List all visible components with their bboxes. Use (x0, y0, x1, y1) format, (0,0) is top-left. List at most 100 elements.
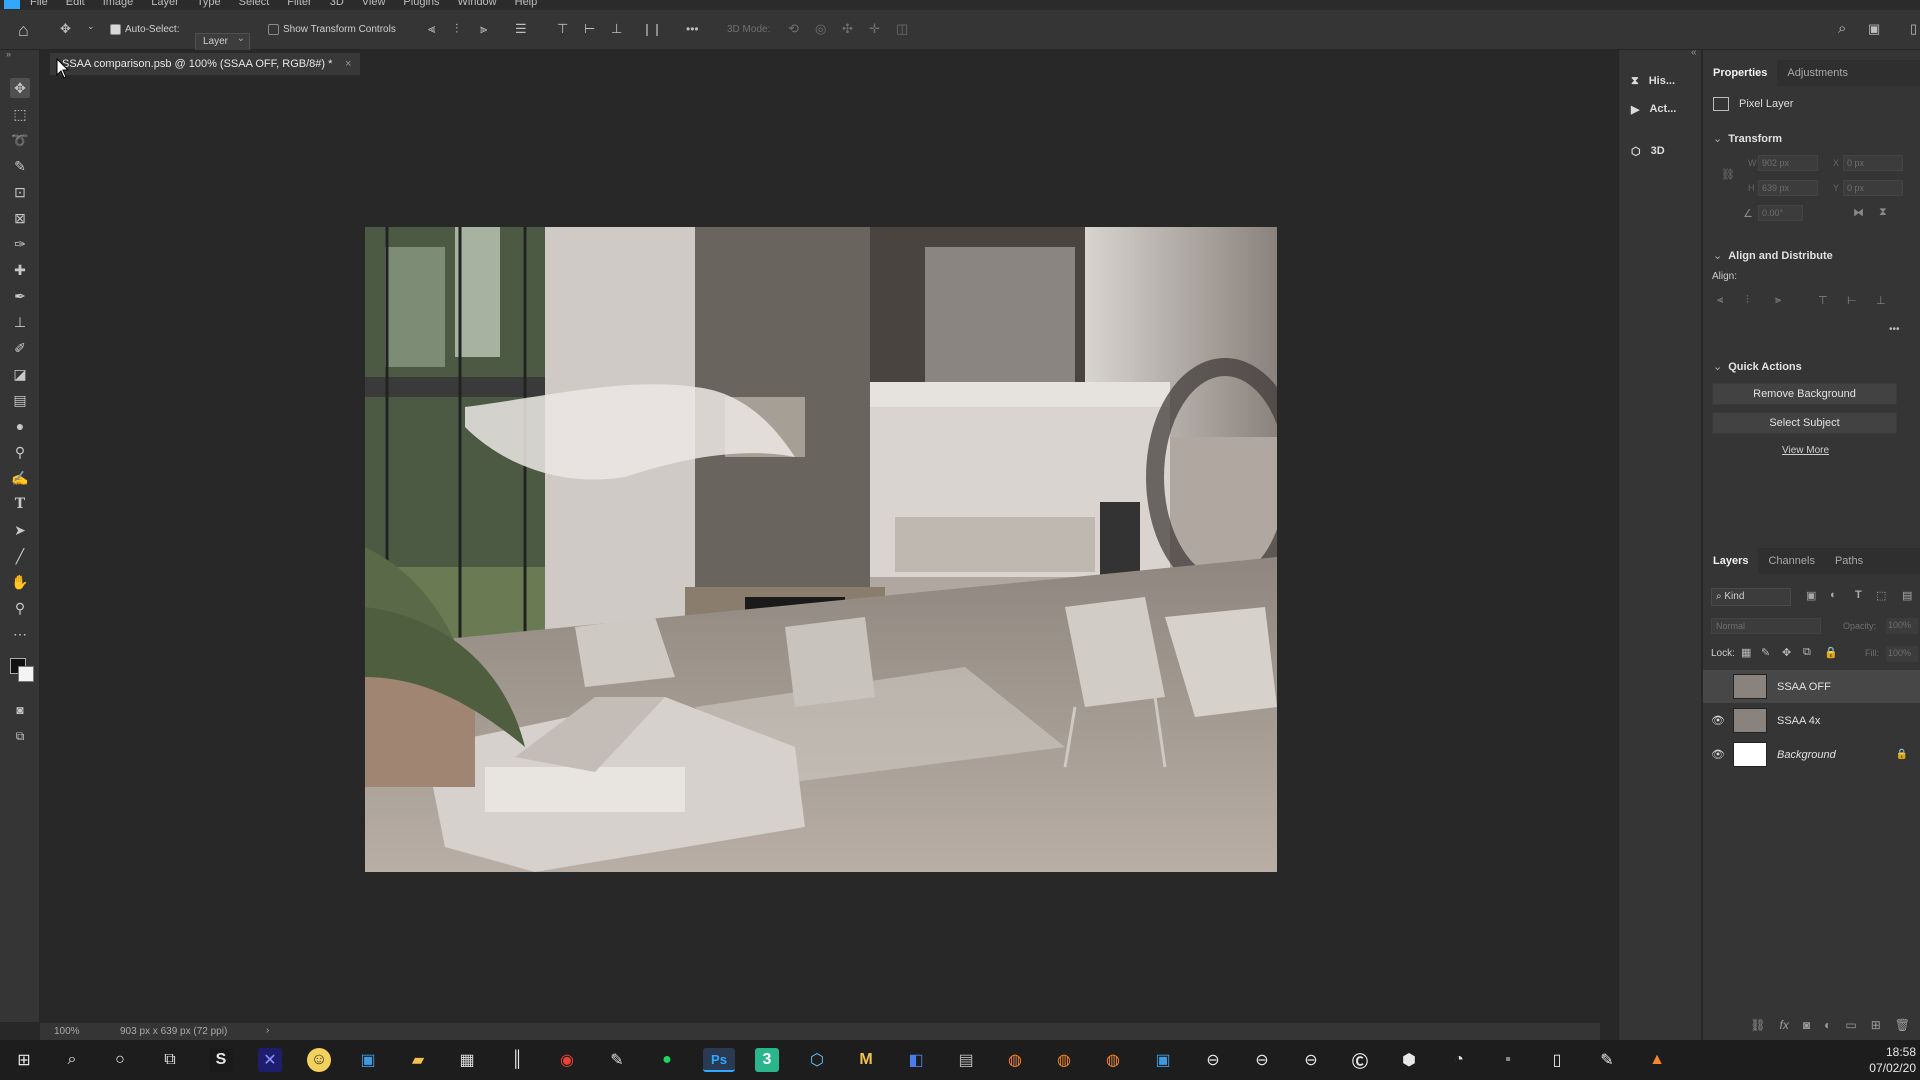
menu-plugins[interactable]: Plugins (403, 0, 439, 8)
tab-adjustments[interactable]: Adjustments (1777, 60, 1858, 86)
more-align-options-icon[interactable]: ••• (1889, 324, 1900, 335)
tab-channels[interactable]: Channels (1758, 548, 1824, 574)
3d-pan-icon[interactable]: ✣ (842, 21, 853, 37)
search-icon[interactable]: ⌕ (1838, 20, 1846, 37)
new-adjustment-layer-icon[interactable]: ◐ (1824, 1018, 1831, 1032)
app-m-icon[interactable]: M (854, 1048, 878, 1072)
app-3-icon[interactable]: 3 (755, 1048, 779, 1072)
document-image[interactable] (365, 227, 1277, 872)
zoom-level[interactable]: 100% (54, 1026, 80, 1037)
auto-select-toggle[interactable]: Auto-Select: (110, 24, 179, 35)
path-selection-tool-icon[interactable]: ➤ (10, 520, 30, 540)
align-right-edges-icon[interactable]: ⫸ (480, 21, 487, 37)
collapse-panels-icon[interactable]: « (1691, 47, 1697, 58)
lock-image-pixels-icon[interactable]: ✎ (1761, 646, 1770, 659)
filter-adjustment-icon[interactable]: ◐ (1830, 589, 1837, 601)
align-center-h-icon[interactable]: ⫶ (1746, 294, 1749, 307)
lock-transparent-pixels-icon[interactable]: ▦ (1741, 646, 1751, 659)
blender-icon-2[interactable]: ◍ (1052, 1048, 1076, 1072)
app-circle-icon-3[interactable]: ⊖ (1299, 1048, 1323, 1072)
layer-row-ssaa-4x[interactable]: 👁 SSAA 4x (1703, 704, 1920, 737)
screen-mode-icon[interactable]: ⧉ (10, 726, 30, 746)
brush-tool-icon[interactable]: ✒ (10, 286, 30, 306)
line-tool-icon[interactable]: ╱ (10, 546, 30, 566)
delete-layer-icon[interactable]: 🗑 (1895, 1018, 1910, 1032)
menu-window[interactable]: Window (458, 0, 497, 8)
lock-all-icon[interactable]: 🔒 (1824, 646, 1838, 659)
dodge-tool-icon[interactable]: ⚲ (10, 442, 30, 462)
tab-layers[interactable]: Layers (1703, 548, 1759, 574)
height-field[interactable]: 639 px (1758, 180, 1818, 196)
app-x-icon[interactable]: ✕ (258, 1048, 282, 1072)
background-color-swatch[interactable] (18, 666, 34, 682)
eyedropper-tool-icon[interactable]: ✑ (10, 234, 30, 254)
hand-tool-icon[interactable]: ✋ (10, 572, 30, 592)
3d-scale-icon[interactable]: ◫ (896, 21, 908, 37)
workspace-icon[interactable]: ▣ (1868, 21, 1880, 37)
align-bottom-icon[interactable]: ⊥ (1876, 294, 1886, 307)
app-bars-icon[interactable]: ║ (505, 1048, 529, 1072)
system-clock[interactable]: 18:58 07/02/20 (1869, 1044, 1916, 1076)
align-right-icon[interactable]: ⫸ (1775, 294, 1781, 307)
vlc-icon[interactable]: ▲ (1645, 1048, 1669, 1072)
app-window-icon[interactable]: ▣ (356, 1048, 380, 1072)
flip-vertical-icon[interactable]: ⧗ (1879, 206, 1887, 219)
actions-panel-button[interactable]: ▶ Act... (1631, 98, 1676, 120)
layer-filter-select[interactable]: ⌕ Kind (1711, 588, 1791, 606)
new-layer-icon[interactable]: ⊞ (1871, 1018, 1881, 1032)
3d-panel-button[interactable]: ⬡ 3D (1631, 140, 1665, 162)
layer-row-ssaa-off[interactable]: SSAA OFF (1703, 670, 1920, 703)
app-emoji-icon[interactable]: ☺ (307, 1048, 331, 1072)
link-dimensions-icon[interactable]: ⛓ (1721, 168, 1735, 181)
filter-type-icon[interactable]: T (1855, 589, 1862, 601)
pen-tool-icon[interactable]: ✍ (10, 468, 30, 488)
collapse-toolbar-icon[interactable]: » (6, 49, 11, 59)
distribute-horizontal-icon[interactable] (646, 24, 658, 36)
select-subject-button[interactable]: Select Subject (1712, 412, 1897, 434)
app-grey-icon[interactable]: ▪ (1496, 1048, 1520, 1072)
share-icon[interactable]: ▯ (1910, 21, 1917, 37)
transform-section-header[interactable]: ⌄ Transform (1713, 132, 1782, 145)
menu-select[interactable]: Select (239, 0, 270, 8)
lasso-tool-icon[interactable]: ➰ (10, 130, 30, 150)
tab-properties[interactable]: Properties (1703, 60, 1778, 86)
app-window-icon-2[interactable]: ▣ (1151, 1048, 1175, 1072)
eye-icon[interactable]: 👁 (1703, 748, 1733, 761)
quick-mask-icon[interactable]: ◙ (10, 700, 30, 720)
clone-stamp-tool-icon[interactable]: ⊥ (10, 312, 30, 332)
type-tool-icon[interactable]: T (10, 494, 30, 514)
blender-icon-3[interactable]: ◍ (1101, 1048, 1125, 1072)
app-monitor-icon[interactable]: ▤ (954, 1048, 978, 1072)
align-distribute-section-header[interactable]: ⌄ Align and Distribute (1713, 249, 1833, 262)
width-field[interactable]: 902 px (1758, 155, 1818, 171)
app-cube-icon[interactable]: ⬡ (805, 1048, 829, 1072)
move-tool-preset-icon[interactable]: ✥ (60, 21, 71, 37)
eye-icon[interactable]: 👁 (1703, 714, 1733, 727)
quick-actions-section-header[interactable]: ⌄ Quick Actions (1713, 360, 1802, 373)
calculator-icon[interactable]: ▦ (455, 1048, 479, 1072)
photoshop-taskbar-icon[interactable]: Ps (703, 1048, 735, 1072)
flip-horizontal-icon[interactable]: ⧓ (1853, 206, 1864, 219)
edit-toolbar-icon[interactable]: ⋯ (10, 624, 30, 644)
align-top-icon[interactable]: ⊤ (1818, 294, 1828, 307)
document-tab[interactable]: SSAA comparison.psb @ 100% (SSAA OFF, RG… (50, 53, 361, 75)
angle-field[interactable]: 0.00° (1758, 205, 1803, 221)
lock-artboard-icon[interactable]: ⧉ (1803, 646, 1811, 659)
zoom-tool-icon[interactable]: ⚲ (10, 598, 30, 618)
blur-tool-icon[interactable]: ● (10, 416, 30, 436)
link-layers-icon[interactable]: ⛓ (1750, 1018, 1765, 1032)
opacity-field[interactable]: 100% (1886, 618, 1918, 634)
menu-type[interactable]: Type (197, 0, 221, 8)
chrome-icon[interactable]: ◉ (555, 1048, 579, 1072)
filter-smart-object-icon[interactable]: ▤ (1902, 589, 1912, 602)
add-mask-icon[interactable]: ◙ (1803, 1018, 1810, 1032)
app-chat-icon[interactable]: ✎ (605, 1048, 629, 1072)
distribute-vertical-icon[interactable]: ☰ (515, 21, 527, 37)
auto-select-checkbox[interactable] (110, 24, 121, 35)
filter-shape-icon[interactable]: ⬚ (1876, 589, 1886, 602)
app-chat-icon-2[interactable]: ✎ (1595, 1048, 1619, 1072)
x-field[interactable]: 0 px (1843, 155, 1903, 171)
3d-orbit-icon[interactable]: ⟲ (788, 21, 799, 37)
align-bottom-edges-icon[interactable]: ⊥ (611, 21, 622, 37)
align-top-edges-icon[interactable]: ⊤ (557, 21, 568, 37)
